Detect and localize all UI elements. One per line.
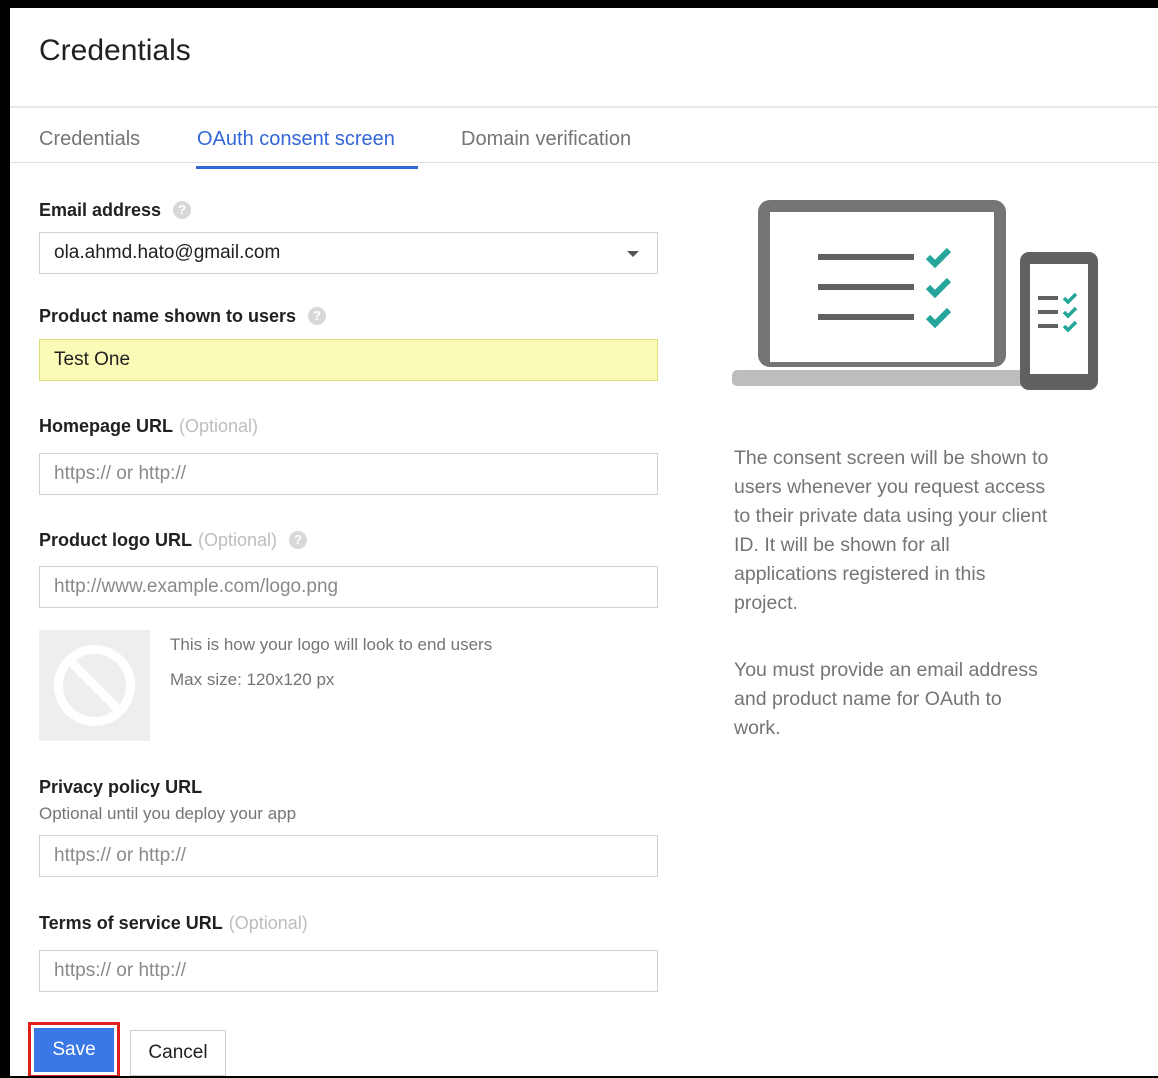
terms-of-service-url-input[interactable]: https:// or http://	[39, 950, 658, 992]
credentials-page: Credentials Credentials OAuth consent sc…	[10, 8, 1158, 1076]
consent-description: The consent screen will be shown to user…	[734, 444, 1114, 618]
product-name-input[interactable]: Test One	[39, 339, 658, 381]
help-icon[interactable]: ?	[289, 531, 308, 549]
description-line: ID. It will be shown for all	[734, 534, 950, 556]
email-address-label-text: Email address	[39, 200, 162, 220]
privacy-policy-sublabel: Optional until you deploy your app	[39, 804, 297, 823]
tab-credentials[interactable]: Credentials	[39, 128, 140, 151]
description-line: to their private data using your client	[734, 505, 1048, 527]
product-logo-url-label-text: Product logo URL	[39, 530, 192, 550]
oauth-requirement-note: You must provide an email address and pr…	[734, 656, 1114, 743]
product-logo-url-input[interactable]: http://www.example.com/logo.png	[39, 566, 658, 608]
optional-tag: (Optional)	[197, 530, 278, 550]
description-line: users whenever you request access	[734, 476, 1046, 498]
email-address-value: ola.ahmd.hato@gmail.com	[54, 242, 281, 263]
description-line: applications registered in this	[734, 563, 986, 585]
email-address-select[interactable]: ola.ahmd.hato@gmail.com	[39, 232, 658, 274]
optional-tag: (Optional)	[228, 913, 308, 933]
privacy-policy-url-input[interactable]: https:// or http://	[39, 835, 658, 877]
help-icon[interactable]: ?	[308, 307, 327, 325]
product-name-label: Product name shown to users?	[39, 306, 327, 327]
homepage-url-label: Homepage URL (Optional)	[39, 416, 258, 437]
consent-screen-illustration	[732, 200, 1098, 390]
terms-of-service-url-label: Terms of service URL (Optional)	[39, 913, 308, 934]
logo-hint-text: This is how your logo will look to end u…	[170, 635, 493, 654]
save-button-highlight: Save	[28, 1022, 120, 1076]
note-line: and product name for OAuth to	[734, 688, 1002, 710]
product-name-label-text: Product name shown to users	[39, 306, 297, 326]
help-icon[interactable]: ?	[173, 201, 192, 219]
no-image-icon	[54, 645, 135, 726]
description-line: The consent screen will be shown to	[734, 447, 1049, 469]
tab-domain-verification[interactable]: Domain verification	[461, 128, 631, 151]
homepage-url-input[interactable]: https:// or http://	[39, 453, 658, 495]
tab-bar: Credentials OAuth consent screen Domain …	[10, 118, 1158, 172]
cancel-button[interactable]: Cancel	[130, 1030, 226, 1076]
logo-max-size-text: Max size: 120x120 px	[170, 670, 335, 689]
dropdown-caret-icon	[627, 251, 639, 257]
terms-of-service-url-label-text: Terms of service URL	[39, 913, 223, 933]
active-tab-indicator	[196, 166, 418, 169]
product-logo-url-label: Product logo URL (Optional)?	[39, 530, 308, 551]
email-address-label: Email address?	[39, 200, 192, 221]
homepage-url-label-text: Homepage URL	[39, 416, 174, 436]
page-title: Credentials	[39, 34, 191, 67]
privacy-policy-url-label: Privacy policy URL	[39, 777, 203, 797]
note-line: You must provide an email address	[734, 659, 1038, 681]
tabs-divider	[10, 162, 1158, 163]
description-line: project.	[734, 592, 798, 614]
header-divider	[10, 106, 1158, 108]
tab-oauth-consent-screen[interactable]: OAuth consent screen	[197, 128, 395, 151]
note-line: work.	[734, 717, 781, 739]
save-button[interactable]: Save	[34, 1028, 114, 1072]
optional-tag: (Optional)	[179, 416, 259, 436]
logo-preview	[39, 630, 150, 741]
